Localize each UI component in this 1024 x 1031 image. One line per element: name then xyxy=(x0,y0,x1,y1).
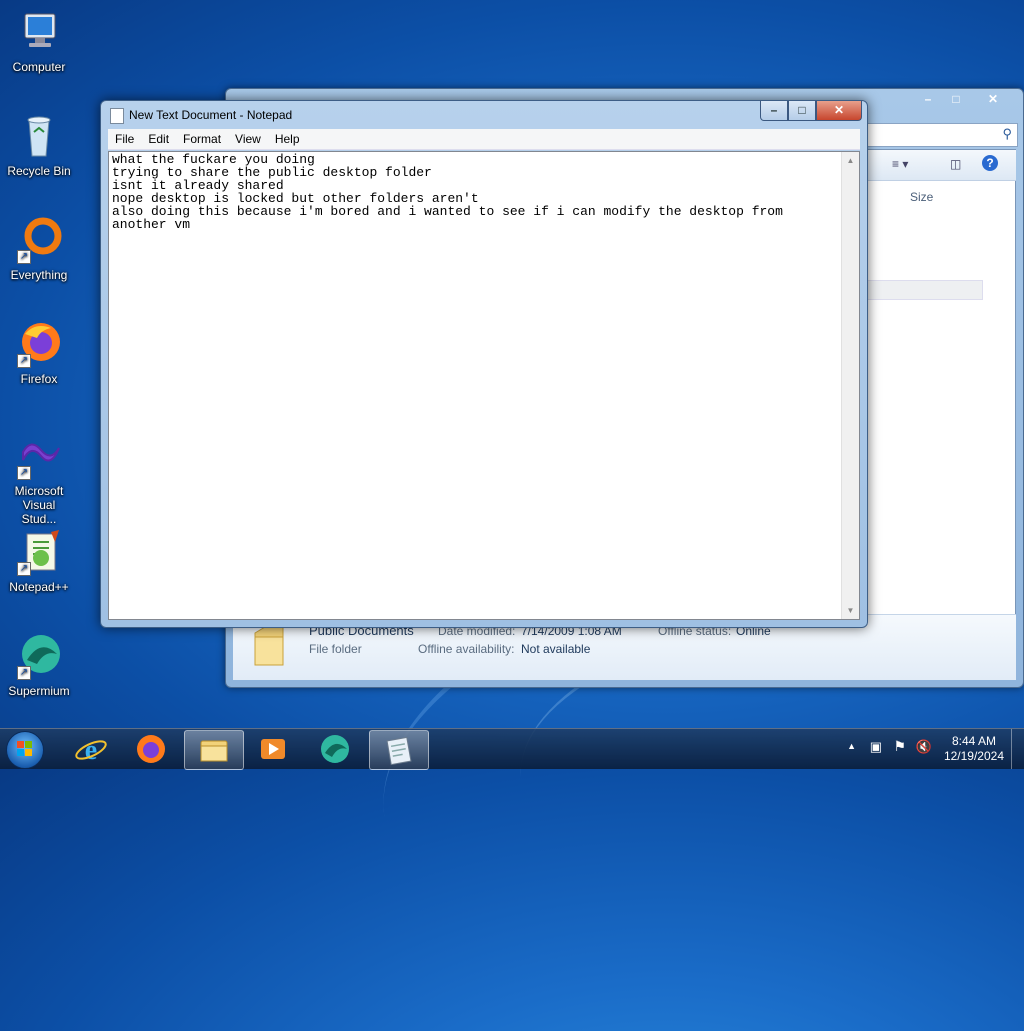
shortcut-arrow-icon: ↗ xyxy=(17,354,31,368)
taskbar-notepad[interactable] xyxy=(369,730,429,770)
explorer-close-button[interactable]: ✕ xyxy=(970,89,1016,109)
network-icon[interactable]: ▣ xyxy=(870,739,882,755)
start-button[interactable] xyxy=(6,731,44,769)
scroll-down-arrow-icon[interactable]: ▼ xyxy=(842,602,859,619)
desktop-icon-label: Computer xyxy=(12,60,66,74)
offline-availability-label: Offline availability: xyxy=(418,642,515,656)
firefox-icon: ↗ xyxy=(15,320,63,368)
notepad-text-content[interactable]: what the fuckare you doing trying to sha… xyxy=(112,153,839,617)
shortcut-arrow-icon: ↗ xyxy=(17,666,31,680)
vertical-scrollbar[interactable]: ▲ ▼ xyxy=(841,152,859,619)
desktop-icon-label: Recycle Bin xyxy=(7,164,71,178)
action-center-flag-icon[interactable]: ⚑ xyxy=(893,738,906,755)
explorer-maximize-button[interactable]: □ xyxy=(942,89,970,109)
taskbar-clock[interactable]: 8:44 AM 12/19/2024 xyxy=(944,734,1004,764)
desktop-icon-label: Firefox xyxy=(20,372,58,386)
explorer-window-controls: – □ ✕ xyxy=(914,89,1016,109)
show-hidden-icons-icon[interactable]: ▲ xyxy=(847,741,856,751)
supermium-icon xyxy=(321,735,349,763)
notepad-text-area[interactable]: what the fuckare you doing trying to sha… xyxy=(108,151,860,620)
taskbar-supermium[interactable] xyxy=(306,730,364,768)
search-icon: ⚲ xyxy=(1002,126,1012,141)
shortcut-arrow-icon: ↗ xyxy=(17,562,31,576)
clock-date: 12/19/2024 xyxy=(943,749,1004,763)
desktop-icon-notepad-plus-plus[interactable]: ↗ Notepad++ xyxy=(4,528,74,594)
notepad-window-controls: – □ ✕ xyxy=(760,101,862,121)
desktop-icon-visual-studio[interactable]: ↗ Microsoft Visual Stud... xyxy=(4,432,74,526)
taskbar: e ▲ ▣ ⚑ 🔇 8:44 AM 12/19/2024 xyxy=(0,728,1024,770)
taskbar-internet-explorer[interactable]: e xyxy=(62,730,120,768)
maximize-button[interactable]: □ xyxy=(788,101,816,121)
recycle-bin-icon xyxy=(15,112,63,160)
computer-icon xyxy=(15,8,63,56)
menu-view[interactable]: View xyxy=(228,129,268,149)
column-header-size[interactable]: Size xyxy=(910,190,933,204)
desktop-icon-firefox[interactable]: ↗ Firefox xyxy=(4,320,74,386)
taskbar-media-player[interactable] xyxy=(244,730,302,768)
help-icon[interactable]: ? xyxy=(982,155,998,171)
desktop-icon-label: Notepad++ xyxy=(9,580,69,594)
notepad-app-icon[interactable] xyxy=(110,108,124,124)
menu-file[interactable]: File xyxy=(108,129,141,149)
media-player-icon xyxy=(261,739,285,759)
explorer-toolbar: ≡ ▾ ◫ ? xyxy=(866,150,1016,181)
notepad-title: New Text Document - Notepad xyxy=(129,108,293,122)
svg-text:e: e xyxy=(85,735,97,766)
notepad-icon xyxy=(386,736,412,766)
explorer-list-row[interactable] xyxy=(866,280,983,300)
taskbar-firefox[interactable] xyxy=(122,730,180,768)
windows-logo-icon xyxy=(17,741,33,757)
desktop-icon-recycle-bin[interactable]: Recycle Bin xyxy=(4,112,74,178)
taskbar-explorer[interactable] xyxy=(184,730,244,770)
desktop-icon-supermium[interactable]: ↗ Supermium xyxy=(4,632,74,698)
preview-pane-icon[interactable]: ◫ xyxy=(950,157,961,171)
desktop-icon-label: Supermium xyxy=(8,684,70,698)
firefox-icon xyxy=(137,735,165,763)
shortcut-arrow-icon: ↗ xyxy=(17,250,31,264)
clock-time: 8:44 AM xyxy=(951,734,996,748)
shortcut-arrow-icon: ↗ xyxy=(17,466,31,480)
menu-help[interactable]: Help xyxy=(268,129,307,149)
view-options-icon[interactable]: ≡ ▾ xyxy=(892,157,908,171)
explorer-minimize-button[interactable]: – xyxy=(914,89,942,109)
notepad-plus-plus-icon: ↗ xyxy=(15,528,63,576)
desktop-icon-computer[interactable]: Computer xyxy=(4,8,74,74)
desktop-icon-everything[interactable]: ↗ Everything xyxy=(4,216,74,282)
desktop-icon-label: Microsoft Visual Stud... xyxy=(14,484,64,526)
visual-studio-icon: ↗ xyxy=(15,432,63,480)
notepad-window[interactable]: New Text Document - Notepad – □ ✕ File E… xyxy=(100,100,868,628)
explorer-search-box[interactable]: ⚲ xyxy=(866,123,1018,147)
internet-explorer-icon: e xyxy=(75,735,107,766)
menu-format[interactable]: Format xyxy=(176,129,228,149)
desktop-icon-label: Everything xyxy=(10,268,68,282)
folder-icon xyxy=(200,740,228,762)
everything-icon: ↗ xyxy=(15,216,63,264)
details-item-type: File folder xyxy=(309,642,362,656)
volume-muted-icon[interactable]: 🔇 xyxy=(916,739,932,755)
supermium-icon: ↗ xyxy=(15,632,63,680)
close-button[interactable]: ✕ xyxy=(816,101,862,121)
folder-icon xyxy=(253,625,285,666)
menu-edit[interactable]: Edit xyxy=(141,129,176,149)
minimize-button[interactable]: – xyxy=(760,101,788,121)
scroll-up-arrow-icon[interactable]: ▲ xyxy=(842,152,859,169)
show-desktop-button[interactable] xyxy=(1011,729,1024,769)
notepad-menu-bar: File Edit Format View Help xyxy=(108,129,860,150)
offline-availability-value: Not available xyxy=(521,642,591,656)
